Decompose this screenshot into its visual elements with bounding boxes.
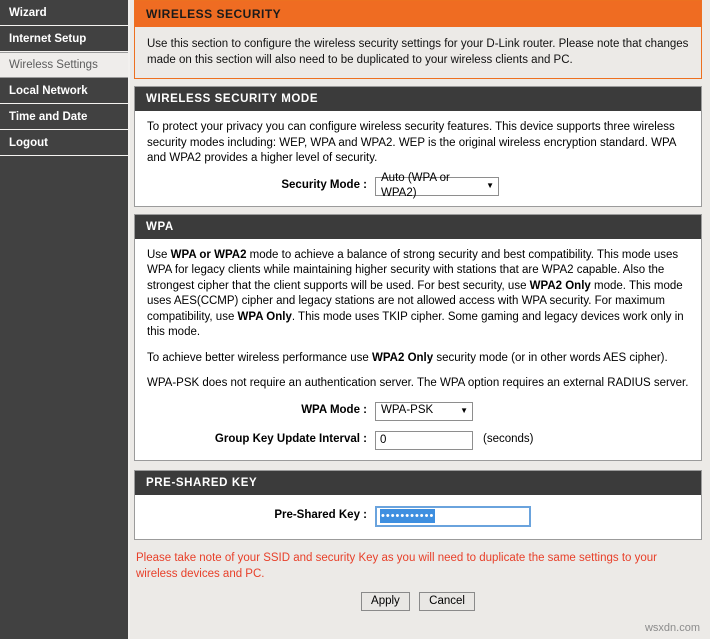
wpa-p1-b1: WPA or WPA2	[170, 248, 247, 261]
pre-shared-key-masked-value: •••••••••••	[380, 509, 436, 523]
security-mode-row: Security Mode : Auto (WPA or WPA2) ▼	[147, 172, 689, 199]
psk-section-body: Pre-Shared Key : •••••••••••	[135, 494, 701, 539]
wpa-paragraph-1: Use WPA or WPA2 mode to achieve a balanc…	[147, 248, 689, 341]
security-mode-section-body: To protect your privacy you can configur…	[135, 111, 701, 206]
pre-shared-key-panel: PRE-SHARED KEY Pre-Shared Key : ••••••••…	[134, 469, 702, 540]
sidebar-item-internet-setup[interactable]: Internet Setup	[0, 26, 128, 52]
wpa-mode-row: WPA Mode : WPA-PSK ▼	[147, 401, 689, 421]
wpa-section-title: WPA	[135, 214, 701, 239]
wpa-paragraph-3: WPA-PSK does not require an authenticati…	[147, 377, 689, 389]
security-mode-label: Security Mode :	[281, 179, 367, 192]
wpa-mode-selected-value: WPA-PSK	[381, 404, 434, 417]
wpa-p2-t2: security mode (or in other words AES cip…	[433, 351, 668, 364]
notice-title: WIRELESS SECURITY	[135, 1, 701, 27]
group-key-update-interval-input[interactable]: 0	[375, 430, 473, 450]
security-mode-description: To protect your privacy you can configur…	[147, 121, 676, 164]
security-mode-select[interactable]: Auto (WPA or WPA2) ▼	[375, 172, 499, 199]
wpa-paragraph-2: To achieve better wireless performance u…	[147, 351, 689, 367]
psk-row: Pre-Shared Key : •••••••••••	[147, 505, 689, 527]
wpa-p1-t1: Use	[147, 248, 171, 261]
sidebar-item-local-network[interactable]: Local Network	[0, 78, 128, 104]
security-mode-section-title: WIRELESS SECURITY MODE	[135, 87, 701, 111]
wpa-panel: WPA Use WPA or WPA2 mode to achieve a ba…	[134, 213, 702, 461]
security-key-warning: Please take note of your SSID and securi…	[136, 551, 657, 580]
pre-shared-key-label: Pre-Shared Key :	[274, 509, 367, 522]
wpa-mode-select[interactable]: WPA-PSK ▼	[375, 401, 473, 421]
action-button-row: Apply Cancel	[134, 582, 702, 611]
panel-gap-1	[134, 207, 702, 214]
group-key-row: Group Key Update Interval : 0 (seconds)	[147, 430, 689, 450]
sidebar-item-wireless-settings[interactable]: Wireless Settings	[0, 52, 128, 78]
sidebar-item-logout[interactable]: Logout	[0, 130, 128, 156]
sidebar-item-wizard[interactable]: Wizard	[0, 0, 128, 26]
router-admin-page: Wizard Internet Setup Wireless Settings …	[0, 0, 710, 639]
wireless-security-mode-panel: WIRELESS SECURITY MODE To protect your p…	[134, 86, 702, 207]
watermark: wsxdn.com	[644, 622, 700, 634]
wpa-p2-b1: WPA2 Only	[372, 351, 434, 364]
pre-shared-key-input[interactable]: •••••••••••	[375, 505, 531, 527]
psk-section-title: PRE-SHARED KEY	[135, 470, 701, 495]
chevron-down-icon: ▼	[460, 406, 468, 415]
security-mode-selected-value: Auto (WPA or WPA2)	[381, 171, 450, 200]
wpa-section-body: Use WPA or WPA2 mode to achieve a balanc…	[135, 238, 701, 460]
sidebar-navigation: Wizard Internet Setup Wireless Settings …	[0, 0, 130, 639]
apply-button[interactable]: Apply	[361, 591, 410, 611]
group-key-seconds-suffix: (seconds)	[483, 433, 534, 446]
wpa-p1-b2: WPA2 Only	[529, 279, 591, 292]
wpa-p1-b3: WPA Only	[237, 310, 292, 323]
wpa-mode-label: WPA Mode :	[301, 404, 367, 417]
sidebar-filler	[0, 156, 128, 639]
cancel-button[interactable]: Cancel	[419, 591, 475, 611]
chevron-down-icon: ▼	[486, 181, 494, 190]
panel-gap-2	[134, 461, 702, 470]
sidebar-item-time-and-date[interactable]: Time and Date	[0, 104, 128, 130]
content-area: WIRELESS SECURITY Use this section to co…	[130, 0, 710, 639]
notice-body: Use this section to configure the wirele…	[135, 27, 701, 78]
wpa-p2-t1: To achieve better wireless performance u…	[147, 351, 372, 364]
wireless-security-notice: WIRELESS SECURITY Use this section to co…	[134, 0, 702, 79]
group-key-update-interval-label: Group Key Update Interval :	[214, 433, 367, 446]
